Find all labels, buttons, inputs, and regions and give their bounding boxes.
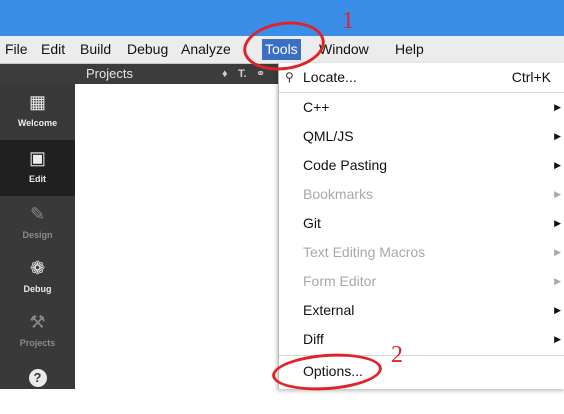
menu-item-label: Form Editor	[303, 273, 377, 289]
submenu-arrow-icon: ▶	[554, 247, 561, 257]
sidebar-item-label: Debug	[23, 284, 52, 294]
menu-item-qmljs[interactable]: QML/JS ▶	[279, 122, 564, 151]
sidebar-item-debug[interactable]: ❁ Debug	[0, 250, 75, 306]
sort-arrows-icon[interactable]: ♦	[222, 66, 228, 82]
menu-debug[interactable]: Debug	[124, 39, 171, 60]
menu-item-bookmarks[interactable]: Bookmarks ▶	[279, 180, 564, 209]
menu-item-cpp[interactable]: C++ ▶	[279, 93, 564, 122]
menu-item-code-pasting[interactable]: Code Pasting ▶	[279, 151, 564, 180]
menu-build[interactable]: Build	[77, 39, 114, 60]
sidebar-item-label: Projects	[19, 338, 56, 348]
menu-item-locate[interactable]: ⚲ Locate... Ctrl+K	[279, 63, 564, 92]
submenu-arrow-icon: ▶	[554, 276, 561, 286]
sidebar-item-projects[interactable]: ⚒ Projects	[0, 304, 75, 360]
menu-item-label: Diff	[303, 331, 324, 347]
annotation-number-2: 2	[391, 342, 403, 368]
menu-item-label: Locate...	[303, 69, 357, 85]
menu-help[interactable]: Help	[392, 39, 427, 60]
pencil-icon: ✎	[29, 204, 46, 224]
wrench-icon: ⚒	[29, 312, 46, 332]
menu-item-label: Git	[303, 215, 321, 231]
submenu-arrow-icon: ▶	[554, 334, 561, 344]
mode-sidebar: ▦ Welcome ▣ Edit ✎ Design ❁ Debug ⚒ Proj…	[0, 84, 75, 389]
submenu-arrow-icon: ▶	[554, 160, 561, 170]
annotation-number-1: 1	[342, 8, 354, 34]
projects-pane-title: Projects	[86, 66, 133, 81]
document-icon: ▣	[28, 148, 46, 168]
menu-item-label: C++	[303, 99, 330, 115]
menu-item-label: QML/JS	[303, 128, 354, 144]
tools-menu-dropdown: ⚲ Locate... Ctrl+K C++ ▶ QML/JS ▶ Code P…	[278, 63, 564, 389]
projects-tree[interactable]	[75, 84, 280, 389]
menu-item-shortcut: Ctrl+K	[511, 69, 551, 85]
menu-item-text-editing-macros[interactable]: Text Editing Macros ▶	[279, 238, 564, 267]
filter-icon[interactable]: T.	[238, 66, 247, 82]
sidebar-item-label: Design	[22, 230, 53, 240]
sidebar-item-label: Welcome	[17, 118, 58, 128]
projects-pane-header: Projects ♦ T. ⚭	[0, 64, 280, 84]
sidebar-item-label: Edit	[29, 174, 46, 184]
sidebar-item-edit[interactable]: ▣ Edit	[0, 140, 75, 196]
menu-edit[interactable]: Edit	[38, 39, 68, 60]
sidebar-item-design[interactable]: ✎ Design	[0, 196, 75, 252]
help-icon: ?	[0, 366, 75, 387]
menu-file[interactable]: File	[2, 39, 31, 60]
submenu-arrow-icon: ▶	[554, 131, 561, 141]
menu-item-git[interactable]: Git ▶	[279, 209, 564, 238]
menu-item-label: Bookmarks	[303, 186, 374, 202]
menu-item-form-editor[interactable]: Form Editor ▶	[279, 267, 564, 296]
bug-icon: ❁	[29, 258, 46, 278]
sidebar-item-help[interactable]: ?	[0, 358, 75, 414]
submenu-arrow-icon: ▶	[554, 102, 561, 112]
submenu-arrow-icon: ▶	[554, 218, 561, 228]
menu-analyze[interactable]: Analyze	[178, 39, 234, 60]
submenu-arrow-icon: ▶	[554, 305, 561, 315]
sidebar-item-welcome[interactable]: ▦ Welcome	[0, 84, 75, 140]
grid-icon: ▦	[28, 92, 46, 112]
menu-item-label: Text Editing Macros	[303, 244, 426, 260]
menu-item-label: External	[303, 302, 355, 318]
menu-item-external[interactable]: External ▶	[279, 296, 564, 325]
menu-item-label: Code Pasting	[303, 157, 388, 173]
submenu-arrow-icon: ▶	[554, 189, 561, 199]
menu-item-diff[interactable]: Diff ▶	[279, 325, 564, 354]
